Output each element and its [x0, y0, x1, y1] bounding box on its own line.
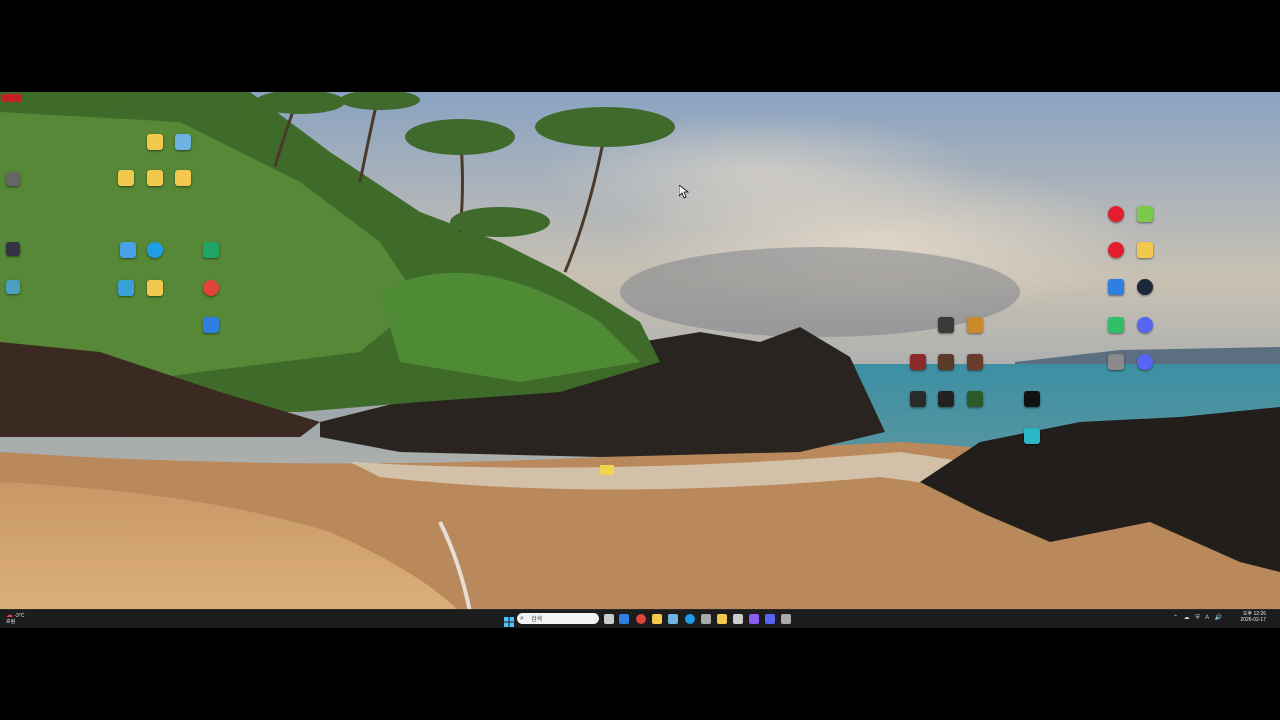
weather-widget[interactable]: ☁ -3°C 흐림 [6, 612, 25, 625]
folder-icon[interactable] [175, 170, 191, 186]
store-icon[interactable] [619, 614, 629, 624]
desktop[interactable]: ☁ -3°C 흐림 ⌕ 검색 ⌃ ☁ ⛨ A 🔊 오후 12:26 2026-0… [0, 92, 1280, 628]
windows-logo-icon [504, 617, 514, 627]
monitor-icon[interactable] [6, 242, 20, 256]
folder-icon[interactable] [118, 170, 134, 186]
app-red-icon[interactable] [1108, 242, 1124, 258]
pc-icon[interactable] [118, 280, 134, 296]
app-green-icon[interactable] [1137, 206, 1153, 222]
settings-icon[interactable] [6, 172, 20, 186]
app-red-icon[interactable] [203, 280, 219, 296]
game-icon[interactable] [967, 391, 983, 407]
app-icon[interactable] [781, 614, 791, 624]
game-icon[interactable] [910, 391, 926, 407]
excel-icon[interactable] [203, 242, 219, 258]
app-green-icon[interactable] [1108, 317, 1124, 333]
game-icon[interactable] [967, 354, 983, 370]
edge-icon[interactable] [685, 614, 695, 624]
game-icon[interactable] [938, 391, 954, 407]
app-icon[interactable] [765, 614, 775, 624]
folder-icon[interactable] [147, 170, 163, 186]
tray-icons[interactable]: ⌃ ☁ ⛨ A 🔊 [1173, 615, 1224, 621]
search-input[interactable]: 검색 [531, 614, 542, 623]
start-button[interactable] [504, 614, 514, 627]
sticky-note-icon[interactable] [600, 465, 614, 475]
app-shortcut-icon[interactable] [2, 94, 24, 112]
explorer-icon[interactable] [652, 614, 662, 624]
app-blue-icon[interactable] [203, 317, 219, 333]
app-icon[interactable] [120, 242, 136, 258]
clock-date: 2026-02-17 [1240, 617, 1266, 623]
game-icon[interactable] [938, 317, 954, 333]
taskbar-search[interactable]: ⌕ 검색 [517, 613, 599, 624]
folder-icon[interactable] [1137, 242, 1153, 258]
game-icon[interactable] [967, 317, 983, 333]
app-grey-icon[interactable] [1108, 354, 1124, 370]
weather-label: 흐림 [6, 619, 16, 625]
edge-icon[interactable] [147, 242, 163, 258]
system-tray[interactable]: ⌃ ☁ ⛨ A 🔊 [1173, 614, 1224, 622]
app-icon[interactable] [717, 614, 727, 624]
game-icon[interactable] [910, 354, 926, 370]
recycle-bin-icon[interactable] [175, 134, 191, 150]
network-icon[interactable] [6, 280, 20, 294]
game-icon[interactable] [1024, 428, 1040, 444]
folder-icon[interactable] [147, 134, 163, 150]
weather-temp: -3°C [14, 613, 25, 619]
app-icon[interactable] [733, 614, 743, 624]
clock[interactable]: 오후 12:26 2026-02-17 [1240, 611, 1266, 623]
discord-icon[interactable] [1137, 354, 1153, 370]
app-icon[interactable] [668, 614, 678, 624]
folder-icon[interactable] [147, 280, 163, 296]
discord-icon[interactable] [1137, 317, 1153, 333]
game-icon[interactable] [938, 354, 954, 370]
search-icon: ⌕ [520, 615, 524, 622]
app-icon[interactable] [749, 614, 759, 624]
mouse-cursor-icon [679, 185, 689, 199]
app-blue-icon[interactable] [1108, 279, 1124, 295]
steam-icon[interactable] [1137, 279, 1153, 295]
taskbar: ☁ -3°C 흐림 ⌕ 검색 ⌃ ☁ ⛨ A 🔊 오후 12:26 2026-0… [0, 609, 1280, 628]
wallpaper [0, 92, 1280, 628]
app-icon[interactable] [701, 614, 711, 624]
task-view-icon[interactable] [604, 614, 614, 624]
weather-icon: ☁ [6, 612, 13, 619]
app-red-icon[interactable] [1108, 206, 1124, 222]
chrome-icon[interactable] [636, 614, 646, 624]
game-icon[interactable] [1024, 391, 1040, 407]
